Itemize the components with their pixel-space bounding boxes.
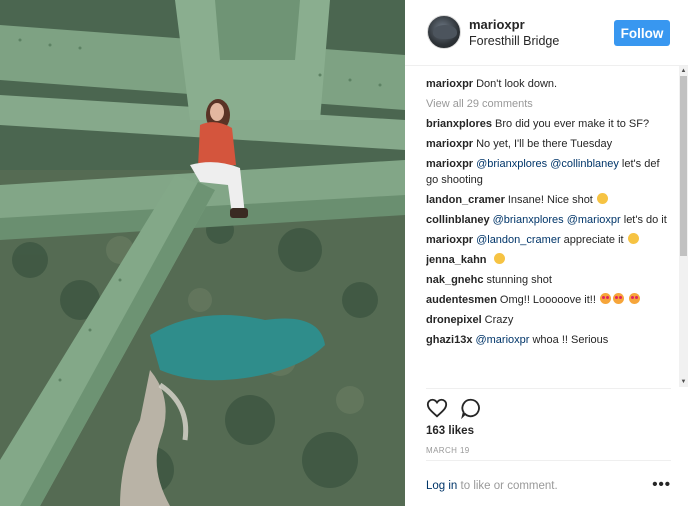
list-item: landon_cramer Insane! Nice shot [426,192,674,208]
list-item: marioxpr @landon_cramer appreciate it [426,232,674,248]
likes-count[interactable]: 163 likes [426,425,474,437]
comment-username[interactable]: marioxpr [426,158,473,170]
post-date: MARCH 19 [426,446,470,455]
follow-button[interactable]: Follow [614,20,670,46]
post-actions: 163 likes MARCH 19 [426,388,671,460]
comment-username[interactable]: dronepixel [426,314,482,326]
list-item: marioxpr No yet, I'll be there Tuesday [426,136,674,152]
comment-text: Bro did you ever make it to SF? [495,118,650,130]
clap-emoji-icon [596,193,608,204]
scroll-down-arrow-icon[interactable]: ▼ [679,377,688,387]
like-heart-icon[interactable] [426,397,448,419]
comment-bubble-icon[interactable] [460,397,482,419]
post-location[interactable]: Foresthill Bridge [469,34,559,48]
scrollbar-thumb[interactable] [680,76,687,256]
comment-text: Crazy [484,314,514,326]
comment-mention[interactable]: @brianxplores @marioxpr [493,214,621,226]
comment-username[interactable]: audentesmen [426,294,497,306]
comment-username[interactable]: landon_cramer [426,194,505,206]
list-item: jenna_kahn [426,252,674,268]
caption: marioxpr Don't look down. [426,76,674,92]
login-prompt: Log in to like or comment. [426,480,558,492]
caption-username[interactable]: marioxpr [426,78,473,90]
post-photo[interactable] [0,0,405,506]
comment-username[interactable]: jenna_kahn [426,254,487,266]
list-item: brianxplores Bro did you ever make it to … [426,116,674,132]
comment-username[interactable]: collinblaney [426,214,490,226]
scroll-up-arrow-icon[interactable]: ▲ [679,66,688,76]
list-item: audentesmen Omg!! Looooove it!! [426,292,674,308]
list-item: ghazi13x @marioxpr whoa !! Serious [426,332,674,348]
list-item: nak_gnehc stunning shot [426,272,674,288]
comment-text: No yet, I'll be there Tuesday [476,138,613,150]
list-item: marioxpr @brianxplores @collinblaney let'… [426,156,674,188]
comment-text: appreciate it [560,234,624,246]
list-item: collinblaney @brianxplores @marioxpr let'… [426,212,674,228]
hand-emoji-icon [493,253,505,264]
comment-username[interactable]: marioxpr [426,234,473,246]
comment-mention[interactable]: @landon_cramer [476,234,561,246]
caption-text: Don't look down. [476,78,558,90]
view-all-comments-link[interactable]: View all 29 comments [426,96,674,112]
comment-username[interactable]: marioxpr [426,138,473,150]
more-options-button[interactable]: ••• [652,476,671,493]
comment-username[interactable]: brianxplores [426,118,492,130]
comment-mention[interactable]: @marioxpr [475,334,529,346]
comment-text: stunning shot [486,274,552,286]
heart-eyes-emoji-icon [599,293,611,304]
post-username[interactable]: marioxpr [469,17,525,32]
comments-list[interactable]: marioxpr Don't look down. View all 29 com… [426,66,674,387]
heart-eyes-emoji-icon [629,293,641,304]
comment-text: Omg!! Looooove it!! [499,294,596,306]
login-link[interactable]: Log in [426,480,457,492]
comments-scrollbar[interactable]: ▲ ▼ [679,66,688,387]
comment-text: let's do it [620,214,667,226]
bow-emoji-icon [627,233,639,244]
comment-mention[interactable]: @brianxplores @collinblaney [476,158,619,170]
login-rest-text: to like or comment. [457,480,558,492]
list-item: dronepixel Crazy [426,312,674,328]
post-panel: marioxpr Foresthill Bridge Follow mariox… [405,0,688,506]
comment-text: whoa !! Serious [529,334,609,346]
post-header: marioxpr Foresthill Bridge Follow [405,0,688,66]
comment-text: Insane! Nice shot [507,194,593,206]
avatar[interactable] [427,15,461,49]
bridge-photo-illustration [0,0,405,506]
comment-username[interactable]: ghazi13x [426,334,472,346]
comment-username[interactable]: nak_gnehc [426,274,483,286]
post-footer: Log in to like or comment. ••• [426,460,671,506]
heart-eyes-emoji-icon [612,293,624,304]
